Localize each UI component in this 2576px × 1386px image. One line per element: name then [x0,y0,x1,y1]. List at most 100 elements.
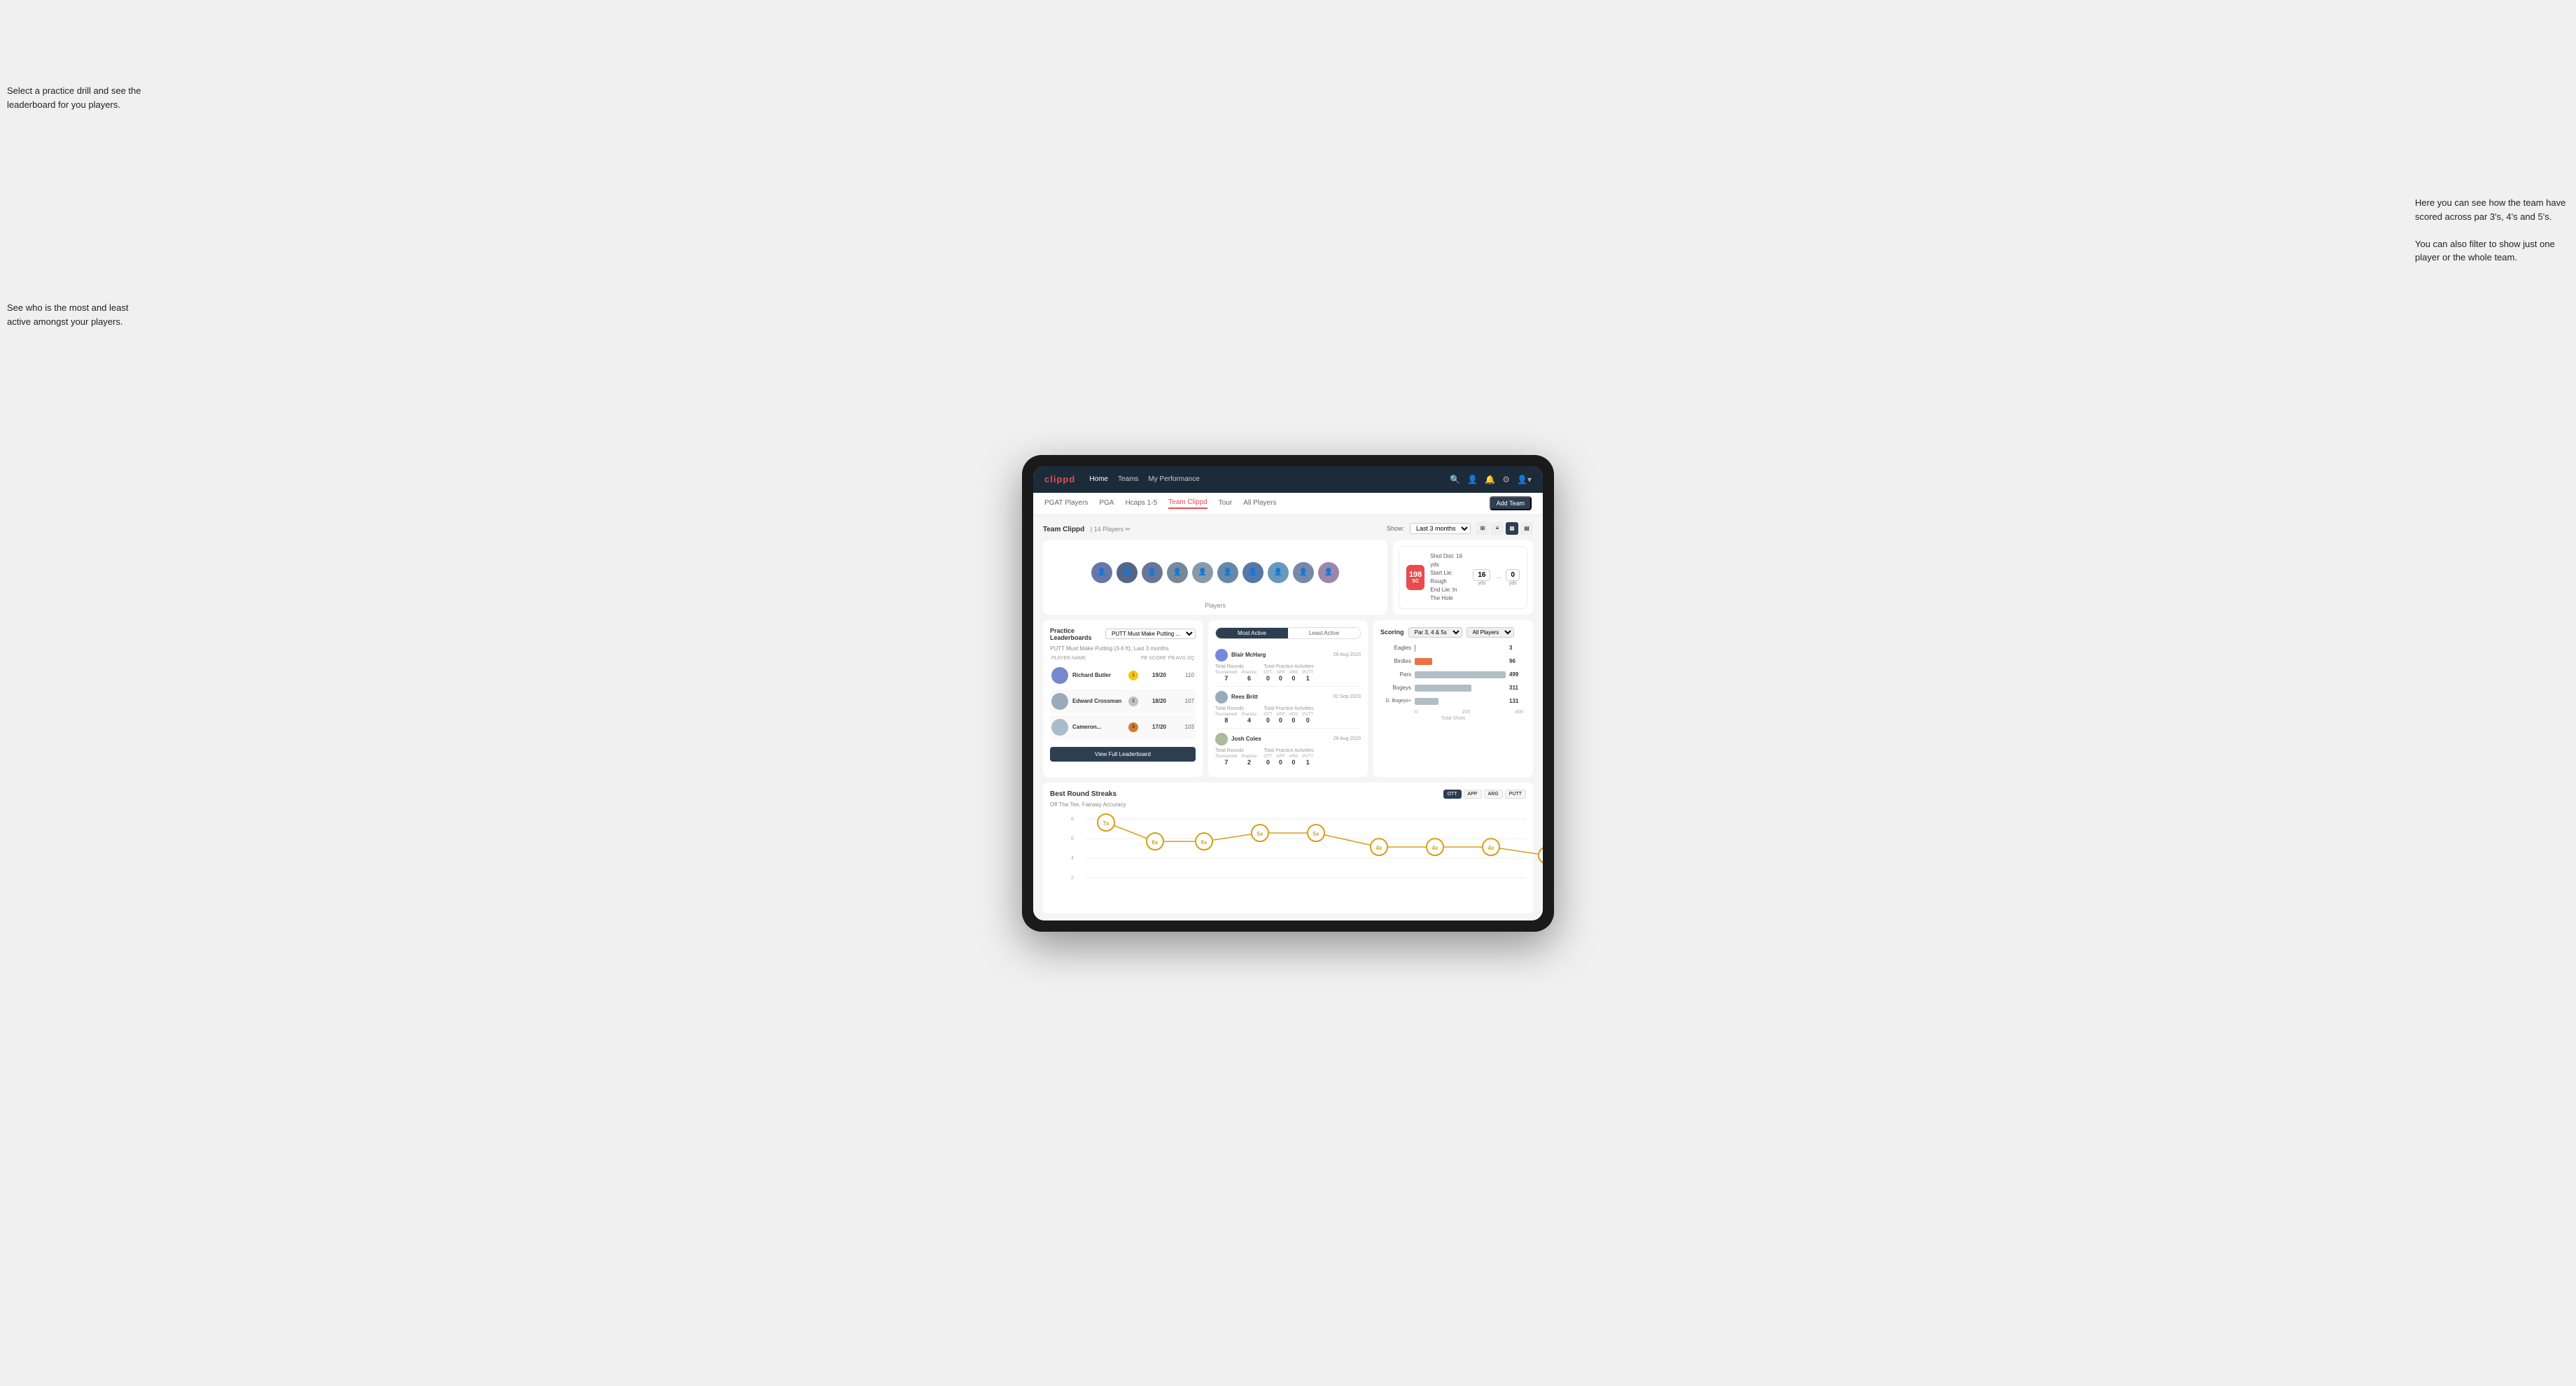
chart-val-pars: 499 [1509,671,1523,678]
leaderboard-row-3[interactable]: Cameron... 3 17/20 103 [1050,715,1196,739]
svg-text:6: 6 [1071,836,1074,841]
table-view-icon[interactable]: ▤ [1520,522,1533,535]
chart-row-bogeys: Bogeys 311 [1383,683,1523,693]
nav-performance[interactable]: My Performance [1148,475,1199,483]
view-full-leaderboard-button[interactable]: View Full Leaderboard [1050,747,1196,762]
svg-text:6x: 6x [1152,839,1158,846]
avatar[interactable]: 👤 [1192,562,1213,583]
subnav-hcaps[interactable]: Hcaps 1-5 [1126,499,1158,508]
chart-label-pars: Pars [1383,671,1411,678]
avatar[interactable]: 👤 [1091,562,1112,583]
avatar[interactable]: 👤 [1116,562,1138,583]
svg-text:4x: 4x [1488,845,1494,851]
par-filter-select[interactable]: Par 3, 4 & 5s [1408,627,1462,638]
avatar[interactable]: 👤 [1217,562,1238,583]
player-card-rees: Rees Britt 02 Sep 2023 Total Rounds Tour… [1215,687,1361,729]
period-select[interactable]: Last 3 months Last 6 months This year [1410,523,1471,534]
player-avg-3: 103 [1166,724,1194,730]
nav-teams[interactable]: Teams [1118,475,1138,483]
settings-icon[interactable]: ⚙ [1502,475,1510,484]
shot-info: Shot Dist: 16 yds Start Lie: Rough End L… [1430,552,1467,603]
nav-links: Home Teams My Performance [1089,475,1436,483]
rank-badge-2: 2 [1128,696,1138,706]
avatar[interactable]: 👤 [1242,562,1264,583]
player-avatar-1 [1051,667,1068,684]
chart-bar-wrap-birdies [1415,657,1506,666]
avatar[interactable]: 👤 [1293,562,1314,583]
user-avatar-icon[interactable]: 👤▾ [1517,475,1532,484]
search-icon[interactable]: 🔍 [1450,475,1460,484]
chart-label-bogeys: Bogeys [1383,685,1411,691]
practice-subtitle: PUTT Must Make Putting (3-6 ft), Last 3 … [1050,645,1196,652]
col-pb-score: PB SCORE [1138,656,1166,661]
shot-card-panel: 198 SC Shot Dist: 16 yds Start Lie: Roug… [1393,540,1533,615]
nav-home[interactable]: Home [1089,475,1108,483]
player-avatar-3 [1051,719,1068,736]
date-josh: 26 Aug 2023 [1334,736,1361,741]
grid-view-icon[interactable]: ⊞ [1476,522,1489,535]
player-card-header-josh: Josh Coles 26 Aug 2023 [1215,733,1361,746]
navbar: clippd Home Teams My Performance 🔍 👤 🔔 ⚙… [1033,466,1543,493]
chart-bar-bogeys [1415,685,1471,692]
avatar[interactable]: 👤 [1318,562,1339,583]
chart-bar-wrap-bogeys [1415,683,1506,693]
chart-row-pars: Pars 499 [1383,670,1523,680]
avatar[interactable]: 👤 [1268,562,1289,583]
stats-rees: Total Rounds Tournament 8 Practice 4 [1215,706,1361,724]
svg-text:8: 8 [1071,817,1074,822]
subnav-pga[interactable]: PGA [1099,499,1114,508]
avatar[interactable]: 👤 [1167,562,1188,583]
person-icon[interactable]: 👤 [1467,475,1478,484]
streak-btn-ott[interactable]: OTT [1443,790,1462,799]
chart-bar-dbogeys [1415,698,1438,705]
list-view-icon[interactable]: ≡ [1491,522,1504,535]
avatar-rees [1215,691,1228,704]
streaks-header: Best Round Streaks OTT APP ARG PUTT [1050,790,1526,799]
rank-badge-3: 3 [1128,722,1138,732]
leaderboard-row-1[interactable]: Richard Butler 1 19/20 110 [1050,664,1196,687]
subnav-tour[interactable]: Tour [1219,499,1232,508]
streak-chart-svg: 8 6 4 2 7x [1071,812,1526,889]
leaderboard-row-2[interactable]: Edward Crossman 2 18/20 107 [1050,690,1196,713]
player-filter-select[interactable]: All Players [1466,627,1514,638]
player-score-1: 19/20 [1138,672,1166,678]
date-rees: 02 Sep 2023 [1333,694,1361,699]
shot-card: 198 SC Shot Dist: 16 yds Start Lie: Roug… [1399,546,1527,609]
chart-row-birdies: Birdies 96 [1383,657,1523,666]
practice-leaderboards-panel: Practice Leaderboards PUTT Must Make Put… [1043,620,1203,777]
player-card-header-rees: Rees Britt 02 Sep 2023 [1215,691,1361,704]
player-name-3: Cameron... [1072,724,1127,730]
subnav-all-players[interactable]: All Players [1243,499,1276,508]
least-active-tab[interactable]: Least Active [1288,628,1360,638]
subnav-pgat[interactable]: PGAT Players [1044,499,1088,508]
player-score-3: 17/20 [1138,724,1166,730]
svg-text:5x: 5x [1257,831,1264,837]
avatar[interactable]: 👤 [1142,562,1163,583]
player-avatar-2 [1051,693,1068,710]
streak-btn-app[interactable]: APP [1464,790,1482,799]
most-active-tab[interactable]: Most Active [1216,628,1288,638]
streaks-section: Best Round Streaks OTT APP ARG PUTT Off … [1043,783,1533,913]
drill-select[interactable]: PUTT Must Make Putting ... [1105,629,1196,639]
svg-text:4x: 4x [1432,845,1438,851]
chart-bar-birdies [1415,658,1432,665]
card-view-icon[interactable]: ▦ [1506,522,1518,535]
chart-bar-wrap-eagles [1415,643,1506,653]
bell-icon[interactable]: 🔔 [1485,475,1495,484]
three-column-grid: Practice Leaderboards PUTT Must Make Put… [1043,620,1533,777]
subnav-team-clippd[interactable]: Team Clippd [1168,498,1208,509]
streaks-buttons: OTT APP ARG PUTT [1443,790,1526,799]
chart-label-dbogeys: D. Bogeys+ [1383,699,1411,704]
brand-logo: clippd [1044,474,1075,484]
add-team-button[interactable]: Add Team [1490,496,1532,510]
streak-btn-putt[interactable]: PUTT [1505,790,1526,799]
col-pb-avg: PB AVG SQ [1166,656,1194,661]
players-avatars-panel: 👤 👤 👤 👤 👤 👤 👤 👤 👤 👤 Players [1043,540,1387,615]
shot-badge: 198 SC [1406,565,1424,590]
chart-row-dbogeys: D. Bogeys+ 131 [1383,696,1523,706]
streak-btn-arg[interactable]: ARG [1484,790,1503,799]
leaderboard-header: PLAYER NAME PB SCORE PB AVG SQ [1050,656,1196,661]
stats-blair: Total Rounds Tournament 7 Practice 6 [1215,664,1361,682]
player-name-1: Richard Butler [1072,672,1127,678]
tablet-screen: clippd Home Teams My Performance 🔍 👤 🔔 ⚙… [1033,466,1543,920]
